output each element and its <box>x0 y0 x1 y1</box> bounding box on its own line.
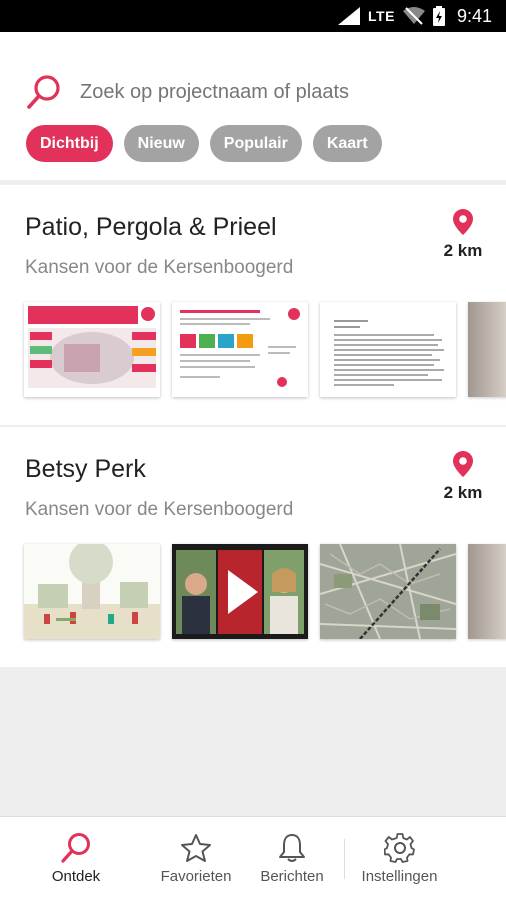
location-pin-icon <box>453 451 473 477</box>
video-thumbnail[interactable] <box>172 544 308 639</box>
wifi-off-icon <box>402 7 425 25</box>
battery-icon <box>432 6 445 26</box>
status-bar: LTE 9:41 <box>0 0 506 32</box>
search-input[interactable] <box>80 80 460 104</box>
project-title: Patio, Pergola & Prieel <box>25 213 277 241</box>
network-type: LTE <box>368 8 395 24</box>
photo-thumbnail[interactable] <box>468 544 506 639</box>
nav-favorieten[interactable]: Favorieten <box>152 817 240 900</box>
distance-indicator: 2 km <box>438 451 488 503</box>
nav-berichten[interactable]: Berichten <box>240 817 344 900</box>
project-card[interactable]: Patio, Pergola & Prieel Kansen voor de K… <box>0 185 506 425</box>
header: Dichtbij Nieuw Populair Kaart <box>0 32 506 180</box>
bell-icon <box>279 834 305 862</box>
filter-chips: Dichtbij Nieuw Populair Kaart <box>26 125 382 162</box>
nav-instellingen[interactable]: Instellingen <box>345 817 454 900</box>
nav-label: Instellingen <box>361 868 438 885</box>
project-title: Betsy Perk <box>25 455 146 483</box>
thumbnail-strip[interactable] <box>24 302 506 397</box>
project-subtitle: Kansen voor de Kersenboogerd <box>25 257 294 278</box>
gear-icon <box>383 833 415 863</box>
chip-kaart[interactable]: Kaart <box>312 125 382 162</box>
map-thumbnail[interactable] <box>320 544 456 639</box>
star-icon <box>181 834 211 862</box>
chip-nieuw[interactable]: Nieuw <box>123 125 199 162</box>
nav-label: Ontdek <box>51 868 101 885</box>
distance-indicator: 2 km <box>438 209 488 261</box>
photo-thumbnail[interactable] <box>468 302 506 397</box>
poster-thumbnail[interactable] <box>24 302 160 397</box>
nav-label: Berichten <box>260 868 324 885</box>
chip-populair[interactable]: Populair <box>209 125 302 162</box>
chip-dichtbij[interactable]: Dichtbij <box>26 125 113 162</box>
signal-icon <box>338 7 361 25</box>
distance-label: 2 km <box>443 241 483 260</box>
clock: 9:41 <box>456 5 492 26</box>
bottom-navigation: Ontdek Favorieten Berichten Instellingen <box>0 816 506 900</box>
search-icon <box>61 833 90 863</box>
project-card[interactable]: Betsy Perk Kansen voor de Kersenboogerd … <box>0 427 506 667</box>
document-thumbnail[interactable] <box>172 302 308 397</box>
distance-label: 2 km <box>443 483 483 502</box>
thumbnail-strip[interactable] <box>24 544 506 639</box>
illustration-thumbnail[interactable] <box>24 544 160 639</box>
location-pin-icon <box>453 209 473 235</box>
nav-label: Favorieten <box>160 868 232 885</box>
nav-ontdek[interactable]: Ontdek <box>0 817 152 900</box>
search-bar[interactable] <box>24 72 484 112</box>
project-subtitle: Kansen voor de Kersenboogerd <box>25 499 294 520</box>
letter-thumbnail[interactable] <box>320 302 456 397</box>
search-icon <box>24 72 64 112</box>
